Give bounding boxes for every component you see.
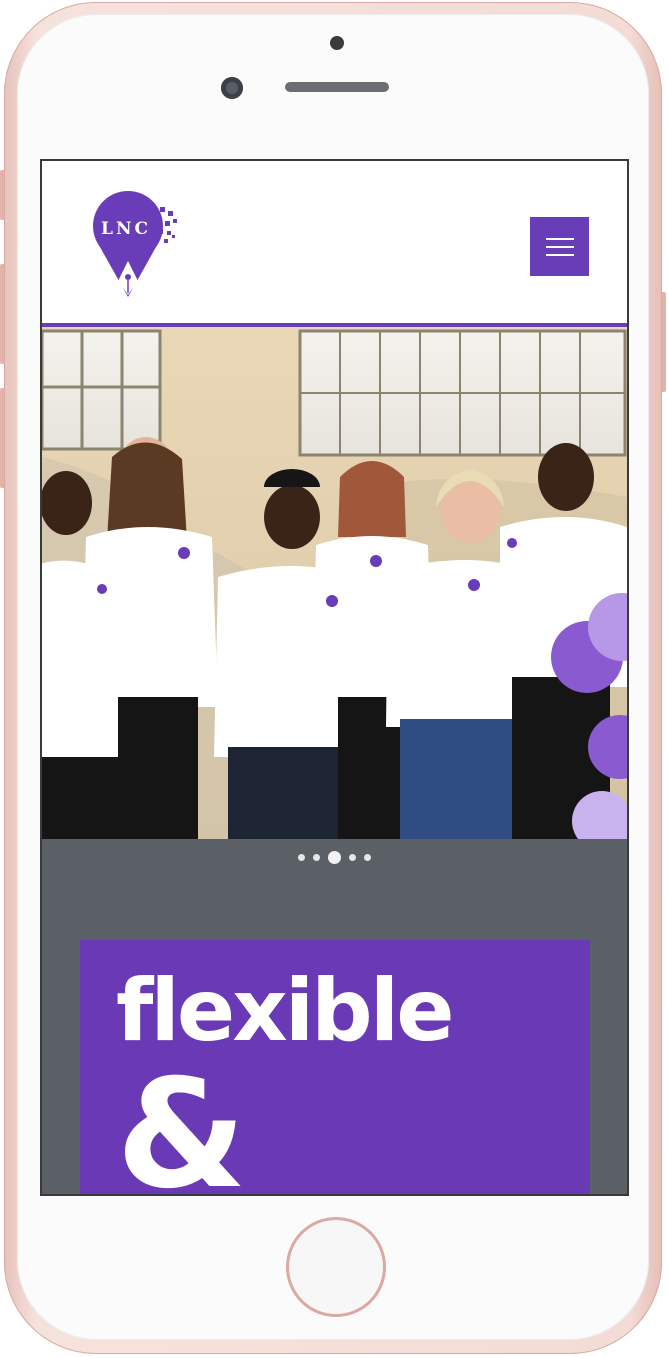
site-header: LNC [42,161,627,327]
home-button[interactable] [286,1217,386,1317]
front-camera [330,36,344,50]
menu-button[interactable] [530,217,589,276]
carousel-dot-3-active[interactable] [328,851,341,864]
logo-text: LNC [101,219,152,239]
mute-switch [0,170,4,220]
hamburger-icon-line [545,245,574,248]
carousel-dot-2[interactable] [313,854,320,861]
slider-section: flexible & [42,839,627,1194]
promo-banner: flexible & [80,940,590,1194]
power-button [662,292,666,392]
proximity-sensor [221,77,243,99]
carousel-dot-1[interactable] [298,854,305,861]
carousel-dot-5[interactable] [364,854,371,861]
volume-up-button [0,264,4,364]
hamburger-icon [545,237,574,240]
hero-team-photo [42,327,627,839]
hamburger-icon-line [545,253,574,256]
volume-down-button [0,388,4,488]
carousel-dot-4[interactable] [349,854,356,861]
lnc-logo[interactable]: LNC [92,189,192,301]
carousel-pagination [42,851,627,864]
earpiece-speaker [285,82,389,92]
promo-headline: flexible [116,961,455,1061]
team-photo-illustration [42,327,627,839]
promo-ampersand: & [116,1048,247,1194]
logo-pin-icon [93,191,177,297]
phone-screen: LNC flexible & [40,159,629,1196]
